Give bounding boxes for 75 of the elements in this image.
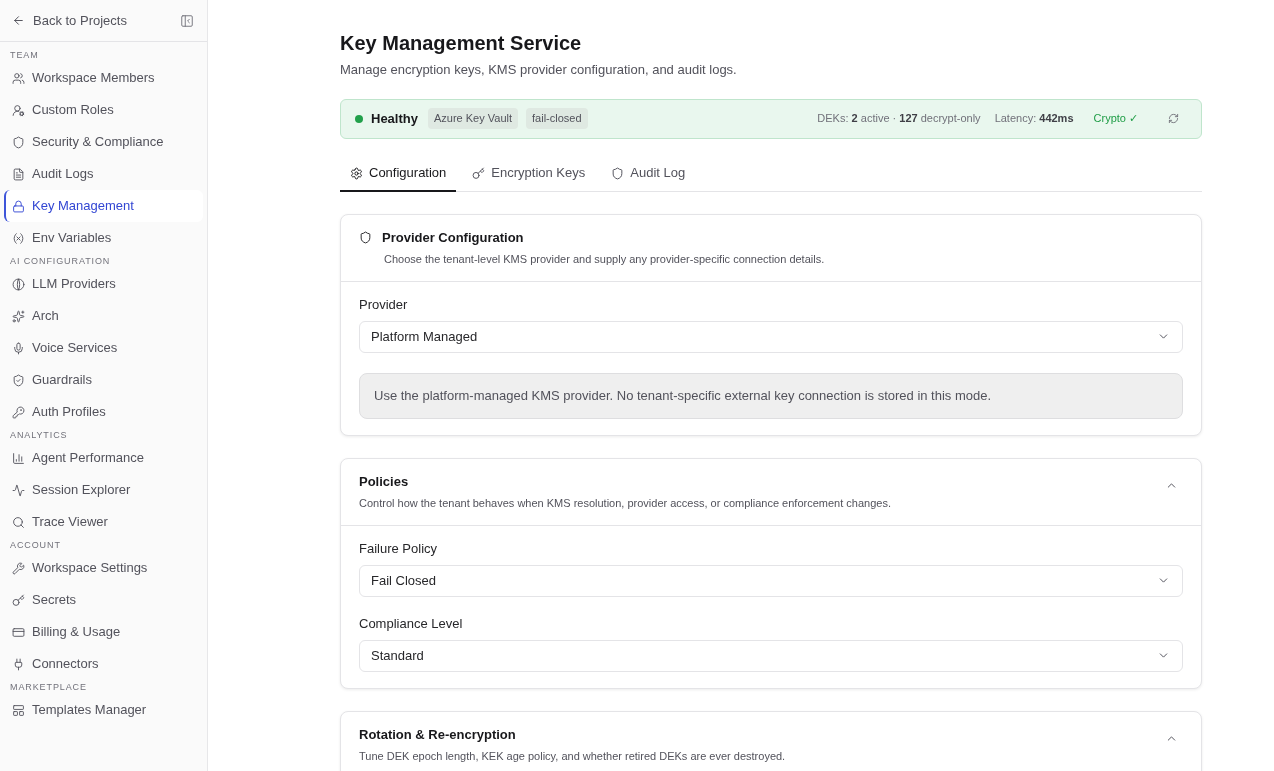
- lock-icon: [12, 199, 25, 213]
- field-label: Failure Policy: [359, 540, 438, 557]
- sidebar-item[interactable]: Voice Services: [4, 332, 203, 364]
- arrow-left-icon: [12, 14, 25, 27]
- section-label: ACCOUNT: [9, 539, 61, 552]
- credit-card-icon: [12, 625, 25, 639]
- card-title: Provider Configuration: [382, 229, 524, 246]
- dropdown-field[interactable]: Standard: [359, 639, 1183, 672]
- sidebar-item[interactable]: Workspace Settings: [4, 552, 203, 584]
- tab[interactable]: Encryption Keys: [462, 156, 596, 192]
- latency-text: Latency: 442ms: [994, 111, 1074, 127]
- tab[interactable]: Audit Log: [601, 156, 696, 192]
- sidebar-item[interactable]: Trace Viewer: [4, 506, 203, 538]
- panel-collapse-icon[interactable]: [180, 13, 194, 28]
- split-circle-icon: [12, 277, 25, 291]
- refresh-icon[interactable]: [1168, 113, 1179, 124]
- sidebar-item[interactable]: Auth Profiles: [4, 396, 203, 428]
- sparkles-icon: [12, 309, 25, 323]
- document-icon: [12, 167, 25, 181]
- sidebar-item[interactable]: Env Variables: [4, 222, 203, 254]
- crypto-status-text: Crypto ✓: [1093, 111, 1138, 127]
- bar-chart-icon: [12, 451, 25, 465]
- sidebar-item[interactable]: Secrets: [4, 584, 203, 616]
- section-label: MARKETPLACE: [9, 681, 87, 694]
- sidebar-item[interactable]: Arch: [4, 300, 203, 332]
- status-text: Healthy: [371, 109, 418, 128]
- sidebar-item[interactable]: LLM Providers: [4, 268, 203, 300]
- sidebar-item[interactable]: Billing & Usage: [4, 616, 203, 648]
- plug-icon: [12, 657, 25, 671]
- users-icon: [12, 71, 25, 85]
- sidebar-item[interactable]: Key Management: [4, 190, 203, 222]
- wrench-icon: [12, 561, 25, 575]
- key-icon: [12, 593, 25, 607]
- provider-badge: Azure Key Vault: [427, 108, 519, 129]
- card-title: Rotation & Re-encryption: [359, 726, 516, 743]
- page-title: Key Management Service: [340, 31, 582, 56]
- microphone-icon: [12, 341, 25, 355]
- sidebar-item[interactable]: Guardrails: [4, 364, 203, 396]
- card-description: Control how the tenant behaves when KMS resolution, provider access, or compliance enforcement changes.: [359, 495, 891, 511]
- field-label: Provider: [359, 296, 408, 313]
- page-subtitle: Manage encryption keys, KMS provider configuration, and audit logs.: [340, 61, 737, 79]
- sidebar-item[interactable]: Connectors: [4, 648, 203, 680]
- section-label: TEAM: [9, 49, 39, 62]
- card-title: Policies: [359, 473, 409, 490]
- pulse-icon: [12, 483, 25, 497]
- gear-icon: [350, 166, 363, 180]
- sidebar-item[interactable]: Agent Performance: [4, 442, 203, 474]
- dropdown-field[interactable]: Fail Closed: [359, 564, 1183, 597]
- sidebar-item[interactable]: Audit Logs: [4, 158, 203, 190]
- search-icon: [12, 515, 25, 529]
- key-icon: [472, 166, 486, 180]
- section-label: AI CONFIGURATION: [9, 255, 111, 268]
- card-description: Tune DEK epoch length, KEK age policy, and whether retired DEKs are ever destroyed.: [359, 748, 786, 764]
- shield-icon: [611, 166, 625, 180]
- shield-check-icon: [12, 373, 25, 387]
- dek-count-text: DEKs: 2 active · 127 decrypt-only: [817, 111, 981, 127]
- shield-icon: [12, 135, 25, 149]
- section-label: ANALYTICS: [9, 429, 68, 442]
- layout-icon: [12, 703, 25, 717]
- shield-icon: [359, 231, 372, 244]
- back-link[interactable]: Back to Projects: [12, 10, 127, 31]
- sidebar-item[interactable]: Custom Roles: [4, 94, 203, 126]
- sidebar-item[interactable]: Templates Manager: [4, 694, 203, 726]
- key-icon: [12, 405, 25, 419]
- sidebar-item[interactable]: Security & Compliance: [4, 126, 203, 158]
- info-note: Use the platform-managed KMS provider. No tenant-specific external key connection is stored in this mode.: [359, 372, 1183, 419]
- user-gear-icon: [12, 103, 25, 117]
- variable-icon: [12, 231, 25, 245]
- policy-badge: fail-closed: [526, 108, 588, 129]
- tab[interactable]: Configuration: [340, 156, 457, 192]
- field-label: Compliance Level: [359, 615, 463, 632]
- dropdown-field[interactable]: Platform Managed: [359, 320, 1183, 353]
- sidebar-item[interactable]: Workspace Members: [4, 62, 203, 94]
- card-description: Choose the tenant-level KMS provider and supply any provider-specific connection details.: [384, 251, 825, 267]
- sidebar-item[interactable]: Session Explorer: [4, 474, 203, 506]
